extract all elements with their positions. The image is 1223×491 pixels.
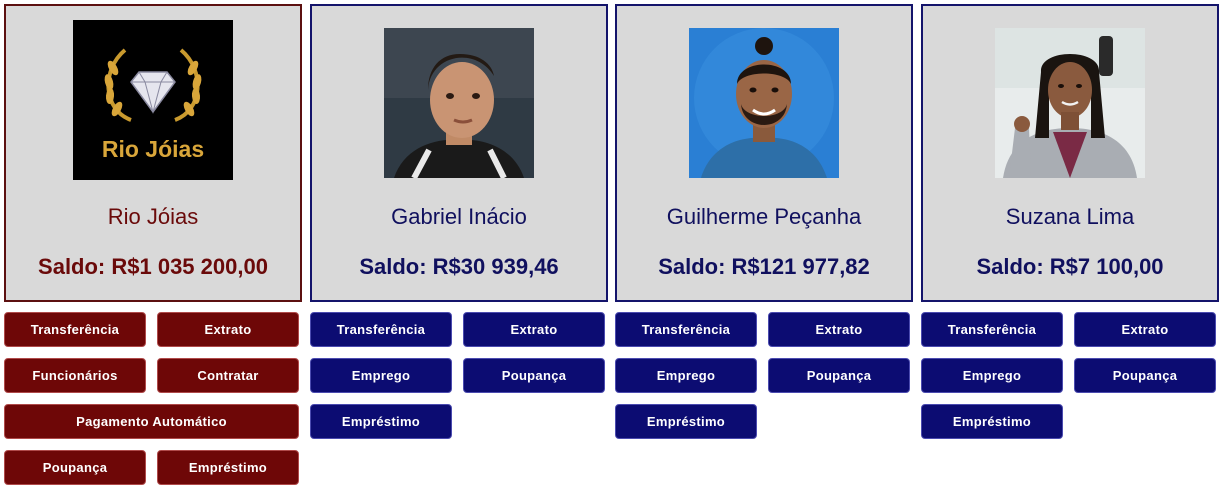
savings-button[interactable]: Poupança [1074,358,1216,393]
account-column-suzana: Suzana Lima Saldo: R$7 100,00 Transferên… [921,4,1219,439]
account-name: Gabriel Inácio [391,204,527,229]
account-balance: Saldo: R$1 035 200,00 [38,254,268,279]
automatic-payment-button[interactable]: Pagamento Automático [4,404,299,439]
employment-button[interactable]: Emprego [921,358,1063,393]
profile-photo-icon [995,28,1145,178]
statement-button[interactable]: Extrato [1074,312,1216,347]
account-column-guilherme: Guilherme Peçanha Saldo: R$121 977,82 Tr… [615,4,913,439]
account-card: Suzana Lima Saldo: R$7 100,00 [921,4,1219,302]
loan-button[interactable]: Empréstimo [310,404,452,439]
statement-button[interactable]: Extrato [768,312,910,347]
account-actions: Transferência Extrato Emprego Poupança E… [921,312,1219,439]
account-card: Rio Jóias Rio Jóias Saldo: R$1 035 200,0… [4,4,302,302]
statement-button[interactable]: Extrato [463,312,605,347]
account-balance: Saldo: R$7 100,00 [976,254,1164,279]
account-balance: Saldo: R$30 939,46 [359,254,559,279]
savings-button[interactable]: Poupança [4,450,146,485]
profile-photo-icon [384,28,534,178]
account-name: Suzana Lima [1005,204,1135,229]
employment-button[interactable]: Emprego [310,358,452,393]
account-column-rio-joias: Rio Jóias Rio Jóias Saldo: R$1 035 200,0… [4,4,302,485]
transfer-button[interactable]: Transferência [4,312,146,347]
transfer-button[interactable]: Transferência [615,312,757,347]
account-card: Guilherme Peçanha Saldo: R$121 977,82 [615,4,913,302]
account-name: Rio Jóias [107,204,199,229]
savings-button[interactable]: Poupança [463,358,605,393]
logo-text: Rio Jóias [102,136,204,162]
employees-button[interactable]: Funcionários [4,358,146,393]
account-actions: Transferência Extrato Emprego Poupança E… [310,312,608,439]
transfer-button[interactable]: Transferência [310,312,452,347]
account-column-gabriel: Gabriel Inácio Saldo: R$30 939,46 Transf… [310,4,608,439]
employment-button[interactable]: Emprego [615,358,757,393]
account-actions: Transferência Extrato Emprego Poupança E… [615,312,913,439]
loan-button[interactable]: Empréstimo [921,404,1063,439]
account-actions: Transferência Extrato Funcionários Contr… [4,312,302,485]
loan-button[interactable]: Empréstimo [615,404,757,439]
account-card: Gabriel Inácio Saldo: R$30 939,46 [310,4,608,302]
rio-joias-logo-icon: Rio Jóias [73,20,233,180]
account-name: Guilherme Peçanha [666,204,862,229]
account-balance: Saldo: R$121 977,82 [658,254,870,279]
loan-button[interactable]: Empréstimo [157,450,299,485]
savings-button[interactable]: Poupança [768,358,910,393]
profile-photo-icon [689,28,839,178]
hire-button[interactable]: Contratar [157,358,299,393]
statement-button[interactable]: Extrato [157,312,299,347]
transfer-button[interactable]: Transferência [921,312,1063,347]
